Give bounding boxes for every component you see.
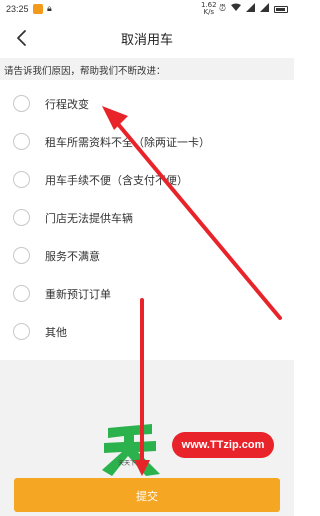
reason-item-no-vehicle[interactable]: 门店无法提供车辆	[0, 199, 294, 237]
radio-button[interactable]	[13, 95, 30, 112]
status-icons: ⏰︎	[219, 3, 288, 15]
submit-label: 提交	[136, 491, 158, 503]
reason-label: 门店无法提供车辆	[45, 212, 133, 225]
app-icon	[33, 4, 43, 14]
prompt-bar: 请告诉我们原因，帮助我们不断改进：	[0, 58, 294, 80]
reason-item-documents-incomplete[interactable]: 租车所需资料不全（除两证一卡）	[0, 123, 294, 161]
watermark-caption: 天天下载	[118, 460, 143, 467]
reason-label: 用车手续不便（含支付不便）	[45, 174, 188, 187]
reason-item-procedure-inconvenient[interactable]: 用车手续不便（含支付不便）	[0, 161, 294, 199]
radio-button[interactable]	[13, 171, 30, 188]
submit-button[interactable]: 提交	[14, 478, 280, 512]
watermark-logo	[102, 424, 160, 476]
radio-button[interactable]	[13, 209, 30, 226]
battery-icon	[274, 5, 288, 13]
signal-icon	[260, 3, 269, 15]
page-title: 取消用车	[120, 33, 173, 48]
alarm-icon: ⏰︎	[218, 4, 226, 14]
radio-button[interactable]	[13, 133, 30, 150]
reason-label: 其他	[45, 326, 67, 339]
status-time: 23:25	[6, 4, 29, 14]
wifi-icon	[231, 3, 241, 15]
status-bar: 23:25 🔒︎ 1.62 K/s ⏰︎	[0, 0, 294, 18]
reason-label: 重新预订订单	[45, 288, 111, 301]
radio-button[interactable]	[13, 285, 30, 302]
watermark-site: www.TTzip.com	[172, 432, 274, 458]
reason-label: 租车所需资料不全（除两证一卡）	[45, 136, 210, 149]
reason-item-service-unsatisfied[interactable]: 服务不满意	[0, 237, 294, 275]
radio-button[interactable]	[13, 247, 30, 264]
nav-bar: 取消用车	[0, 18, 294, 58]
reason-label: 行程改变	[45, 98, 89, 111]
reason-label: 服务不满意	[45, 250, 100, 263]
reason-list: 行程改变 租车所需资料不全（除两证一卡） 用车手续不便（含支付不便） 门店无法提…	[0, 85, 294, 351]
reason-item-other[interactable]: 其他	[0, 313, 294, 351]
reason-item-rebook[interactable]: 重新预订订单	[0, 275, 294, 313]
radio-button[interactable]	[13, 323, 30, 340]
reason-item-trip-changed[interactable]: 行程改变	[0, 85, 294, 123]
signal-icon	[246, 3, 255, 15]
lock-icon: 🔒︎	[47, 4, 52, 14]
prompt-text: 请告诉我们原因，帮助我们不断改进：	[4, 66, 166, 77]
network-speed: 1.62 K/s	[201, 2, 217, 16]
network-speed-unit: K/s	[203, 8, 215, 16]
